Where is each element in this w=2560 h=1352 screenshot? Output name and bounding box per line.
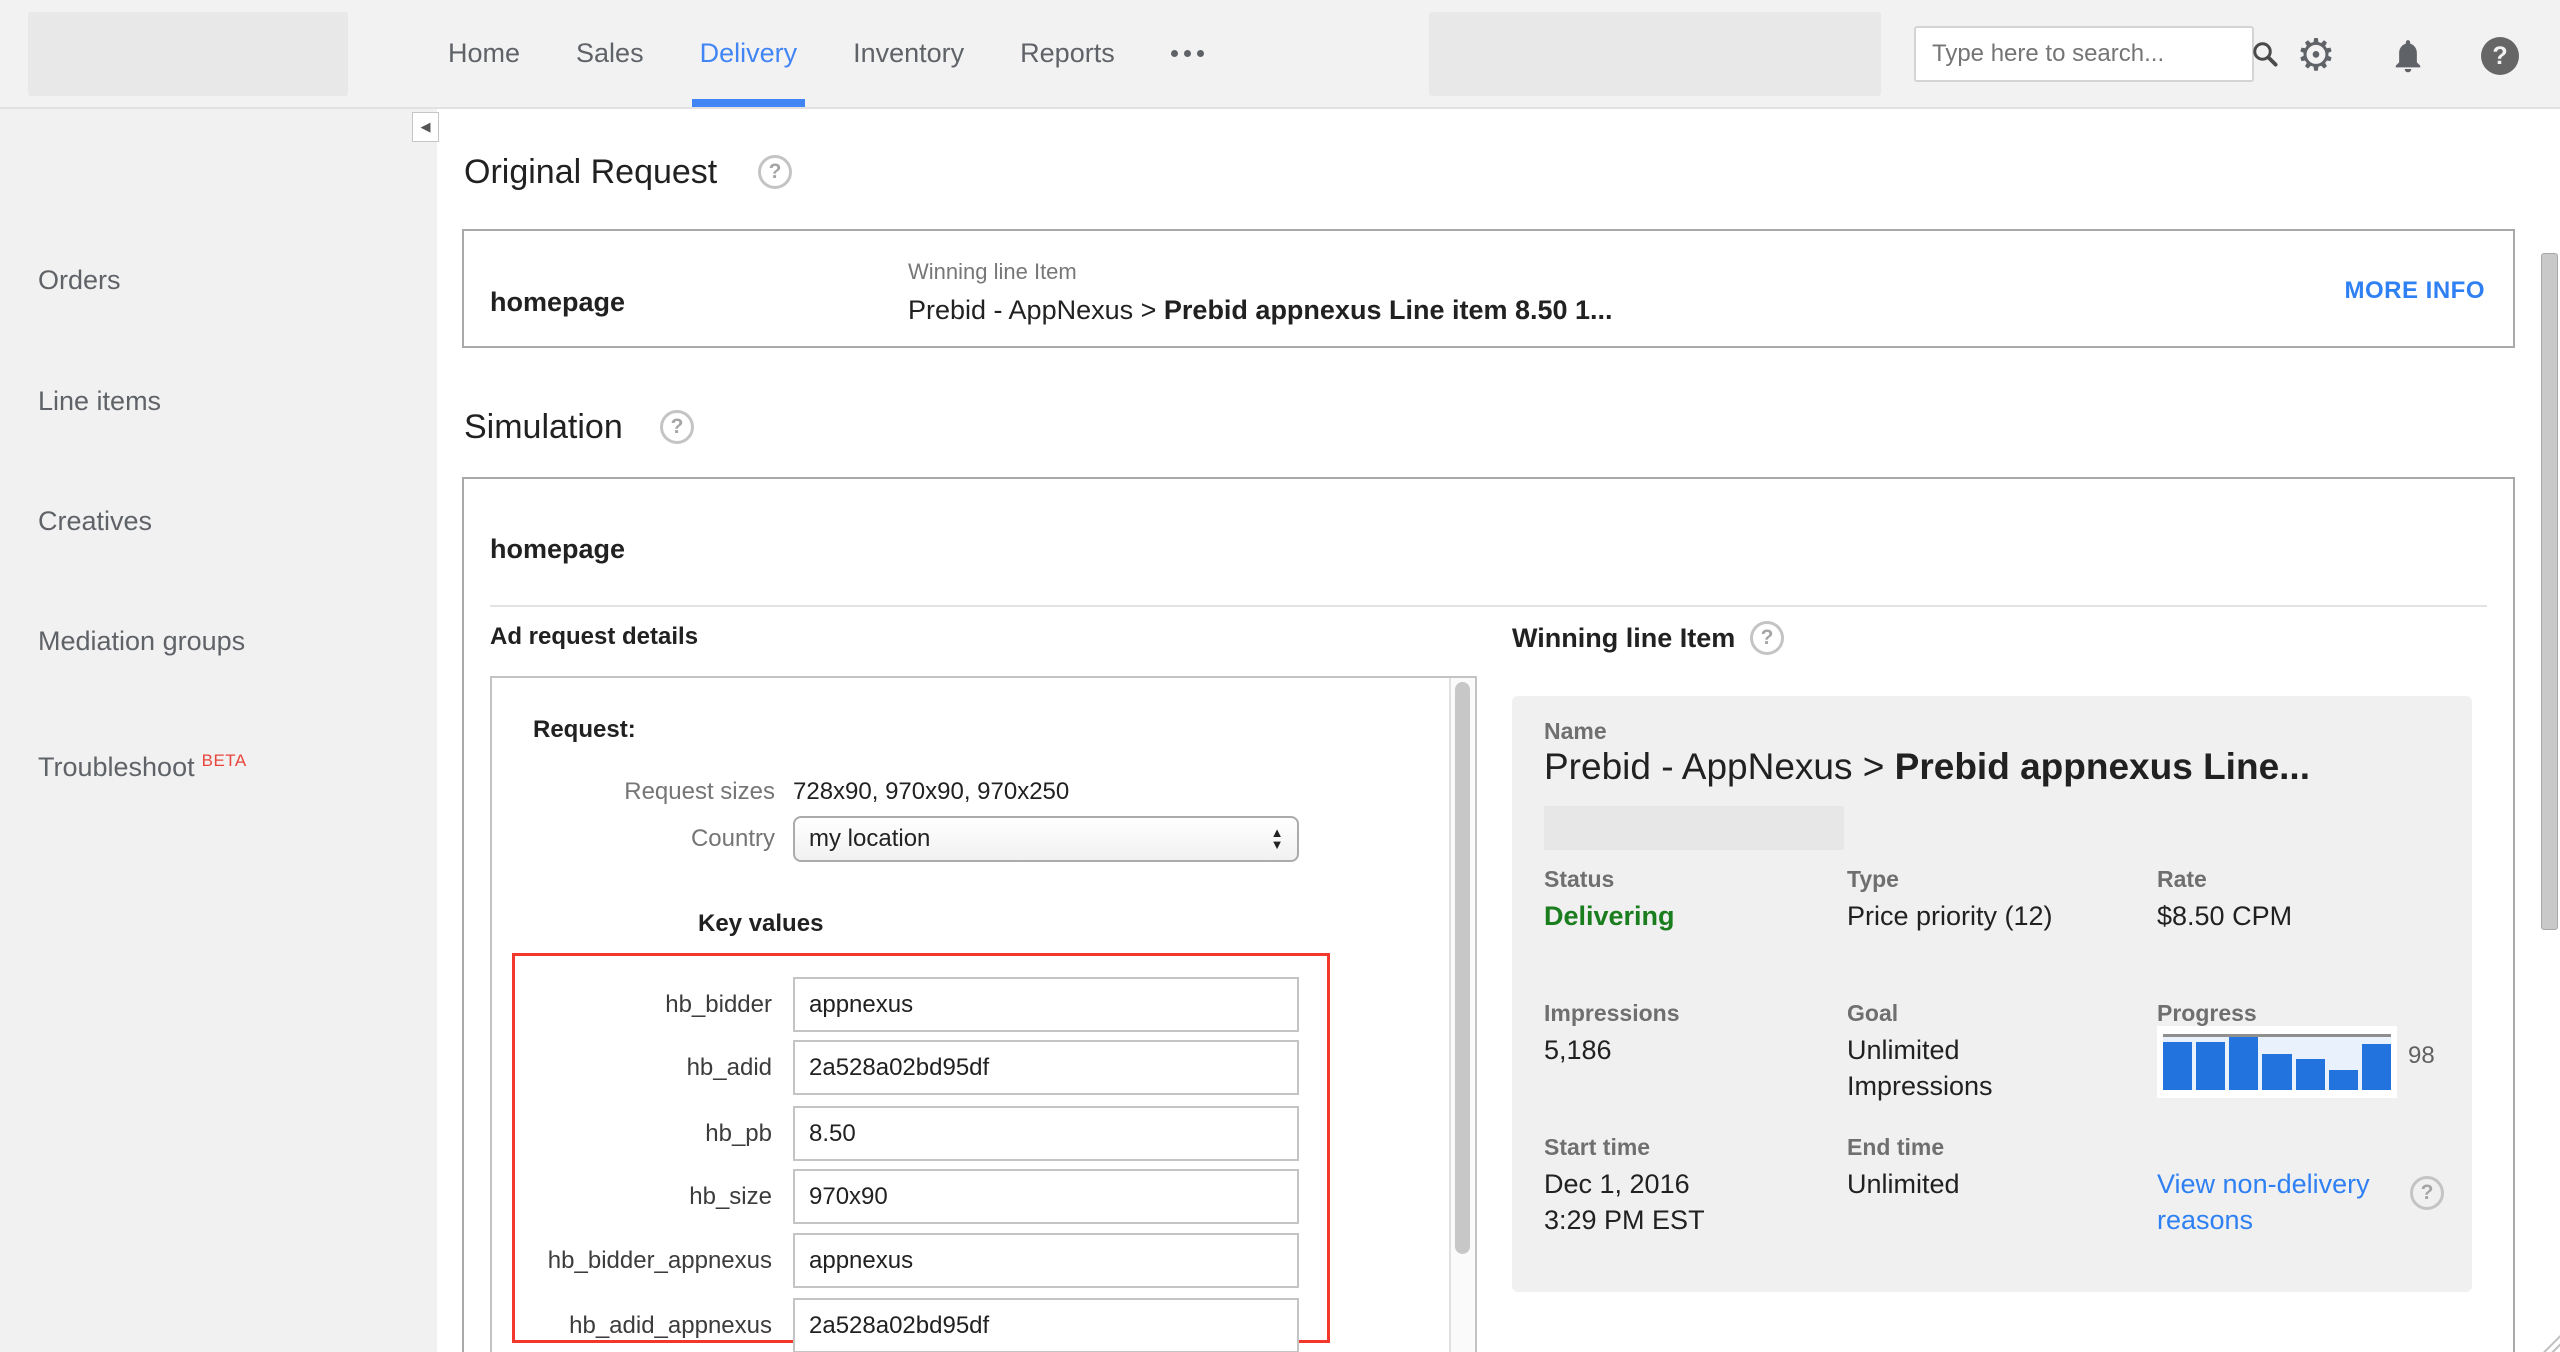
ad-request-details-panel: Request: Request sizes 728x90, 970x90, 9… — [490, 676, 1477, 1352]
simulation-title: Simulation — [464, 408, 623, 447]
main-nav: Home Sales Delivery Inventory Reports — [440, 0, 1212, 107]
panel-scrollbar[interactable] — [1449, 678, 1475, 1352]
progress-bars — [2163, 1034, 2391, 1090]
sidebar-item-label: Troubleshoot — [38, 752, 195, 782]
simulation-card: homepage Ad request details Request: Req… — [462, 477, 2515, 1352]
collapse-left-icon: ◀ — [421, 119, 431, 135]
original-request-title: Original Request — [464, 153, 717, 192]
winning-line-item-card: Name Prebid - AppNexus > Prebid appnexus… — [1512, 696, 2472, 1292]
top-bar: Home Sales Delivery Inventory Reports ⚙ — [0, 0, 2560, 109]
kv-input-hb-size[interactable] — [793, 1169, 1299, 1224]
impressions-label: Impressions — [1544, 1000, 1680, 1027]
original-request-card: homepage Winning line Item Prebid - AppN… — [462, 229, 2515, 348]
status-label: Status — [1544, 866, 1614, 893]
nav-tab-sales[interactable]: Sales — [568, 0, 652, 107]
country-select-value: my location — [795, 825, 1257, 853]
goal-label: Goal — [1847, 1000, 1898, 1027]
country-label: Country — [492, 825, 775, 853]
impressions-value: 5,186 — [1544, 1032, 1612, 1068]
help-icon[interactable]: ? — [2474, 30, 2526, 82]
sidebar-item-line-items[interactable]: Line items — [38, 385, 161, 418]
progress-goal-line — [2163, 1034, 2391, 1037]
network-name-placeholder — [1429, 12, 1881, 96]
panel-scrollbar-thumb[interactable] — [1455, 682, 1470, 1254]
winning-line-item-label: Winning line Item — [908, 259, 1077, 285]
more-info-button[interactable]: MORE INFO — [2345, 277, 2486, 305]
start-time-label: Start time — [1544, 1134, 1650, 1161]
progress-value: 98 — [2408, 1042, 2435, 1070]
nav-tab-home[interactable]: Home — [440, 0, 528, 107]
nav-tab-delivery[interactable]: Delivery — [692, 0, 806, 107]
select-arrows-icon: ▲▼ — [1257, 827, 1297, 851]
kv-input-hb-adid-appnexus[interactable] — [793, 1298, 1299, 1352]
sidebar: Orders Line items Creatives Mediation gr… — [0, 109, 437, 1352]
country-select[interactable]: my location ▲▼ — [793, 816, 1299, 862]
kv-label-hb-adid-appnexus: hb_adid_appnexus — [512, 1298, 772, 1352]
search-icon[interactable] — [2250, 39, 2280, 69]
rate-label: Rate — [2157, 866, 2207, 893]
kv-input-hb-bidder[interactable] — [793, 977, 1299, 1032]
request-sizes-value: 728x90, 970x90, 970x250 — [793, 778, 1069, 806]
more-tabs-icon[interactable] — [1163, 0, 1212, 107]
simulation-ad-unit-name: homepage — [490, 534, 625, 565]
sidebar-item-mediation-groups[interactable]: Mediation groups — [38, 625, 245, 658]
sidebar-collapse-button[interactable]: ◀ — [412, 112, 439, 142]
ad-request-details-heading: Ad request details — [490, 623, 698, 651]
winning-line-item-value: Prebid - AppNexus > Prebid appnexus Line… — [908, 295, 1613, 326]
name-label: Name — [1544, 718, 1607, 745]
winning-line-item-heading: Winning line Item — [1512, 623, 1735, 654]
search-box[interactable] — [1914, 26, 2254, 82]
type-value: Price priority (12) — [1847, 898, 2053, 934]
end-time-label: End time — [1847, 1134, 1944, 1161]
kv-label-hb-bidder: hb_bidder — [512, 977, 772, 1032]
line-item-name: Prebid - AppNexus > Prebid appnexus Line… — [1544, 746, 2310, 788]
kv-input-hb-pb[interactable] — [793, 1106, 1299, 1161]
non-delivery-help-icon[interactable]: ? — [2410, 1176, 2444, 1210]
kv-label-hb-adid: hb_adid — [512, 1040, 772, 1095]
redacted-block — [1544, 806, 1844, 850]
simulation-help-icon[interactable]: ? — [660, 410, 694, 444]
sidebar-item-troubleshoot[interactable]: Troubleshoot BETA — [38, 751, 247, 787]
type-label: Type — [1847, 866, 1899, 893]
sidebar-item-creatives[interactable]: Creatives — [38, 505, 152, 538]
status-value: Delivering — [1544, 898, 1675, 934]
progress-label: Progress — [2157, 1000, 2257, 1027]
ad-unit-name: homepage — [490, 287, 625, 318]
goal-value: Unlimited Impressions — [1847, 1032, 2107, 1104]
logo-placeholder — [28, 12, 348, 96]
sidebar-item-orders[interactable]: Orders — [38, 264, 121, 297]
kv-input-hb-adid[interactable] — [793, 1040, 1299, 1095]
kv-label-hb-bidder-appnexus: hb_bidder_appnexus — [512, 1233, 772, 1288]
request-label: Request: — [533, 716, 636, 744]
nav-tab-reports[interactable]: Reports — [1012, 0, 1123, 107]
key-values-heading: Key values — [698, 910, 823, 938]
progress-chart — [2157, 1026, 2397, 1098]
kv-label-hb-pb: hb_pb — [512, 1106, 772, 1161]
notifications-bell-icon[interactable] — [2382, 30, 2434, 82]
search-input[interactable] — [1916, 40, 2250, 68]
start-time-value: Dec 1, 2016 3:29 PM EST — [1544, 1166, 1705, 1238]
beta-badge: BETA — [202, 751, 247, 770]
resize-grip-icon — [2543, 1335, 2560, 1352]
end-time-value: Unlimited — [1847, 1166, 1960, 1202]
page-scrollbar-thumb[interactable] — [2541, 253, 2558, 930]
divider — [490, 605, 2487, 607]
original-request-help-icon[interactable]: ? — [758, 155, 792, 189]
rate-value: $8.50 CPM — [2157, 898, 2292, 934]
winning-line-item-help-icon[interactable]: ? — [1750, 621, 1784, 655]
app-window: Home Sales Delivery Inventory Reports ⚙ — [0, 0, 2560, 1352]
nav-tab-inventory[interactable]: Inventory — [845, 0, 972, 107]
settings-gear-icon[interactable]: ⚙ — [2290, 30, 2342, 82]
request-sizes-label: Request sizes — [492, 778, 775, 806]
kv-label-hb-size: hb_size — [512, 1169, 772, 1224]
kv-input-hb-bidder-appnexus[interactable] — [793, 1233, 1299, 1288]
